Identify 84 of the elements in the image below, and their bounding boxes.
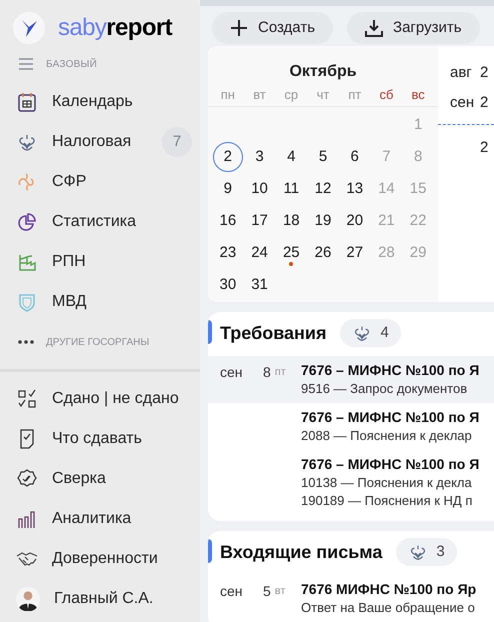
- calendar-day[interactable]: 16: [212, 206, 243, 236]
- sidebar-item[interactable]: РПН: [0, 242, 200, 282]
- calendar-day[interactable]: 5: [308, 142, 338, 172]
- calendar-day[interactable]: 6: [340, 142, 370, 172]
- section-title: Входящие письма: [220, 540, 382, 564]
- accent-bar: [208, 539, 212, 563]
- sidebar-item[interactable]: Сдано | не сдано: [0, 379, 200, 419]
- month-label: авг: [450, 62, 473, 83]
- document-title: 7676 – МИФНС №100 по Я: [301, 408, 480, 427]
- calendar-day[interactable]: 25: [276, 238, 306, 268]
- toolbar-button[interactable]: Создать: [212, 12, 334, 44]
- day-label: 2: [480, 62, 488, 83]
- calendar-day[interactable]: 26: [308, 238, 338, 268]
- count-badge: 7: [162, 127, 192, 157]
- document-subtitle: 2088 — Пояснения к деклар: [301, 427, 473, 445]
- toolbar-button[interactable]: Загрузить: [347, 12, 480, 44]
- download-icon: [365, 19, 384, 37]
- document-subtitle: 10138 — Пояснения к декла: [301, 474, 473, 492]
- document-row[interactable]: сен 8 пт 7676 – МИФНС №100 по Я 9516 — Запрос документов: [208, 356, 494, 403]
- calendar-day[interactable]: 9: [212, 174, 243, 204]
- calendar-day[interactable]: 11: [276, 174, 306, 204]
- calendar-day[interactable]: 30: [212, 270, 243, 300]
- day-label: 2: [480, 138, 488, 158]
- calendar-day[interactable]: 2: [212, 142, 243, 172]
- sidebar-item[interactable]: СФР: [0, 162, 200, 202]
- calendar-day[interactable]: 31: [244, 270, 275, 300]
- calendar-day[interactable]: 12: [308, 174, 338, 204]
- sidebar-item[interactable]: Сверка: [0, 459, 200, 499]
- month-label: сен: [220, 582, 244, 601]
- sidebar-item[interactable]: Главный С.А.: [0, 579, 200, 619]
- calendar-day[interactable]: 24: [244, 238, 275, 268]
- pie-chart-icon: [16, 211, 38, 233]
- more-icon[interactable]: [18, 340, 34, 344]
- document-title: 7676 – МИФНС №100 по Я: [301, 455, 480, 474]
- weekday-label: вт: [252, 86, 267, 104]
- calendar-day[interactable]: 20: [340, 206, 370, 236]
- count-badge: 4: [340, 319, 401, 347]
- sidebar-item[interactable]: Что сдавать: [0, 419, 200, 459]
- month-title: Октябрь: [288, 62, 358, 82]
- calendar-day[interactable]: 17: [244, 206, 275, 236]
- document-subtitle: 9516 — Запрос документов: [301, 380, 468, 398]
- weekday-label: вс: [410, 86, 426, 104]
- month-label: сен: [450, 92, 474, 113]
- calendar-day[interactable]: 23: [212, 238, 243, 268]
- day-label: 5: [263, 582, 271, 601]
- weekday-label: чт: [316, 86, 330, 104]
- sidebar-item[interactable]: Налоговая 7: [0, 122, 200, 162]
- month-label: сен: [220, 363, 244, 382]
- sidebar-item[interactable]: Доверенности: [0, 539, 200, 579]
- checklist-icon: [16, 388, 38, 410]
- document-subtitle: Ответ на Ваше обращение о: [301, 599, 476, 617]
- section-label: БАЗОВЫЙ: [46, 57, 98, 72]
- logo-text: sabyreport: [58, 16, 172, 40]
- document-title: 7676 МИФНС №100 по Яр: [301, 580, 476, 599]
- day-label: 2: [480, 92, 488, 113]
- sidebar-item[interactable]: Статистика: [0, 202, 200, 242]
- weekday-label: сб: [378, 86, 394, 104]
- calendar-day[interactable]: 19: [308, 206, 338, 236]
- day-label: 8: [263, 363, 271, 382]
- calendar-day[interactable]: 27: [340, 238, 370, 268]
- calendar-day[interactable]: 3: [244, 142, 275, 172]
- logo-icon: [12, 11, 46, 45]
- sidebar-item[interactable]: Календарь: [0, 82, 200, 122]
- sidebar-item[interactable]: Аналитика: [0, 499, 200, 539]
- menu-icon[interactable]: [18, 58, 34, 70]
- document-subtitle: 190189 — Пояснения к НД п: [301, 492, 474, 510]
- sidebar-item[interactable]: МВД: [0, 282, 200, 322]
- weekday-label: пн: [220, 86, 236, 104]
- weekday-label: пт: [274, 365, 286, 380]
- calendar-day[interactable]: 10: [244, 174, 275, 204]
- plus-icon: [230, 19, 248, 37]
- accent-bar: [208, 320, 212, 344]
- weekday-label: вт: [274, 584, 286, 599]
- section-title: Требования: [220, 322, 326, 345]
- shield-icon: [16, 291, 38, 313]
- calendar-day[interactable]: 13: [340, 174, 370, 204]
- weekday-label: пт: [347, 86, 362, 104]
- document-title: 7676 – МИФНС №100 по Я: [301, 361, 480, 380]
- count-badge: 3: [396, 538, 457, 566]
- calendar-day[interactable]: 4: [276, 142, 306, 172]
- avatar-icon: [16, 587, 40, 611]
- calendar-day[interactable]: 18: [276, 206, 306, 236]
- weekday-label: ср: [283, 86, 300, 104]
- calendar-icon: [16, 91, 38, 113]
